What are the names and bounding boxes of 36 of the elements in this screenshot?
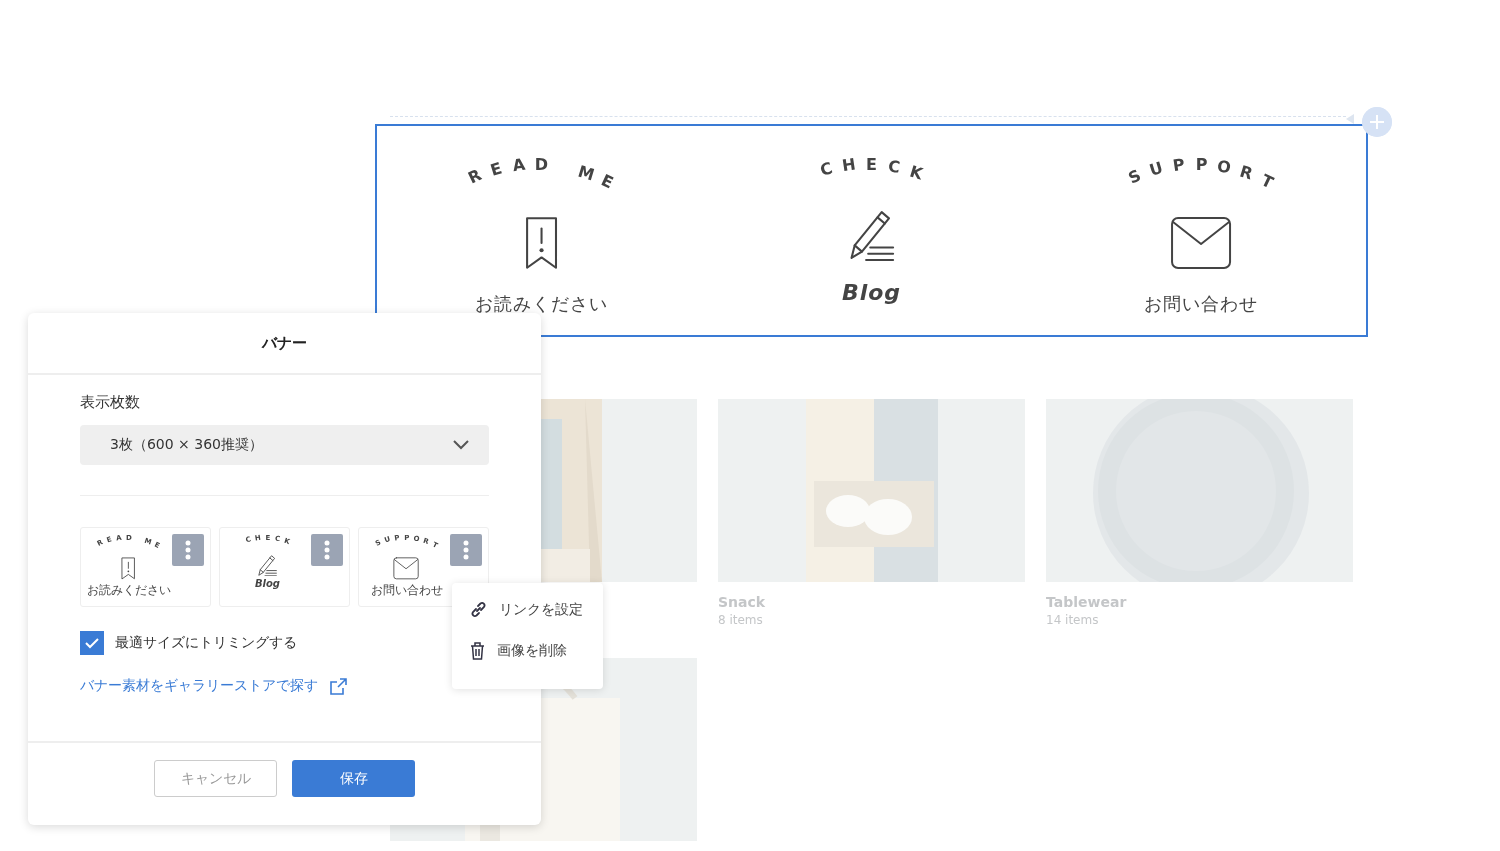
more-icon [463,540,469,560]
kebab-button[interactable] [172,534,204,566]
trash-icon [470,641,485,660]
item-count: 14 items [1046,613,1100,627]
menu-item[interactable]: 画像を削除 [452,637,603,664]
select-field[interactable]: 3枚（600 × 360推奨） [80,425,489,465]
checkbox-label: 最適サイズにトリミングする [115,634,297,652]
more-icon [185,540,191,560]
gallery-link[interactable]: バナー素材をギャラリーストアで探す [80,677,318,695]
caption: お問い合わせ [370,581,443,599]
link-icon [470,601,487,618]
caption: お読みください [475,292,609,316]
blog-label: Blog [841,280,902,306]
bookmark-icon [524,216,560,270]
field-label: 表示枚数 [80,393,141,412]
add-button[interactable] [1362,107,1392,137]
envelope-icon [1170,216,1233,270]
caption: お問い合わせ [1144,292,1259,316]
check-icon [85,637,99,649]
dialog-title: バナー [262,333,307,353]
arched-heading: READ ME [465,154,617,193]
kebab-button[interactable] [450,534,482,566]
chevron-icon [453,440,469,450]
triangle-icon [1346,114,1354,124]
external-link-icon [330,677,347,695]
envelope-icon [393,557,420,580]
save-button[interactable]: 保存 [292,760,415,797]
blog-label: Blog [254,578,281,590]
item-count: 8 items [718,613,764,627]
bookmark-icon [121,557,136,580]
caption: お読みください [86,581,171,599]
more-icon [324,540,330,560]
kebab-button[interactable] [311,534,343,566]
pencil-icon [257,553,278,577]
checkbox[interactable] [80,631,104,655]
arched-heading: CHECK [817,154,925,184]
